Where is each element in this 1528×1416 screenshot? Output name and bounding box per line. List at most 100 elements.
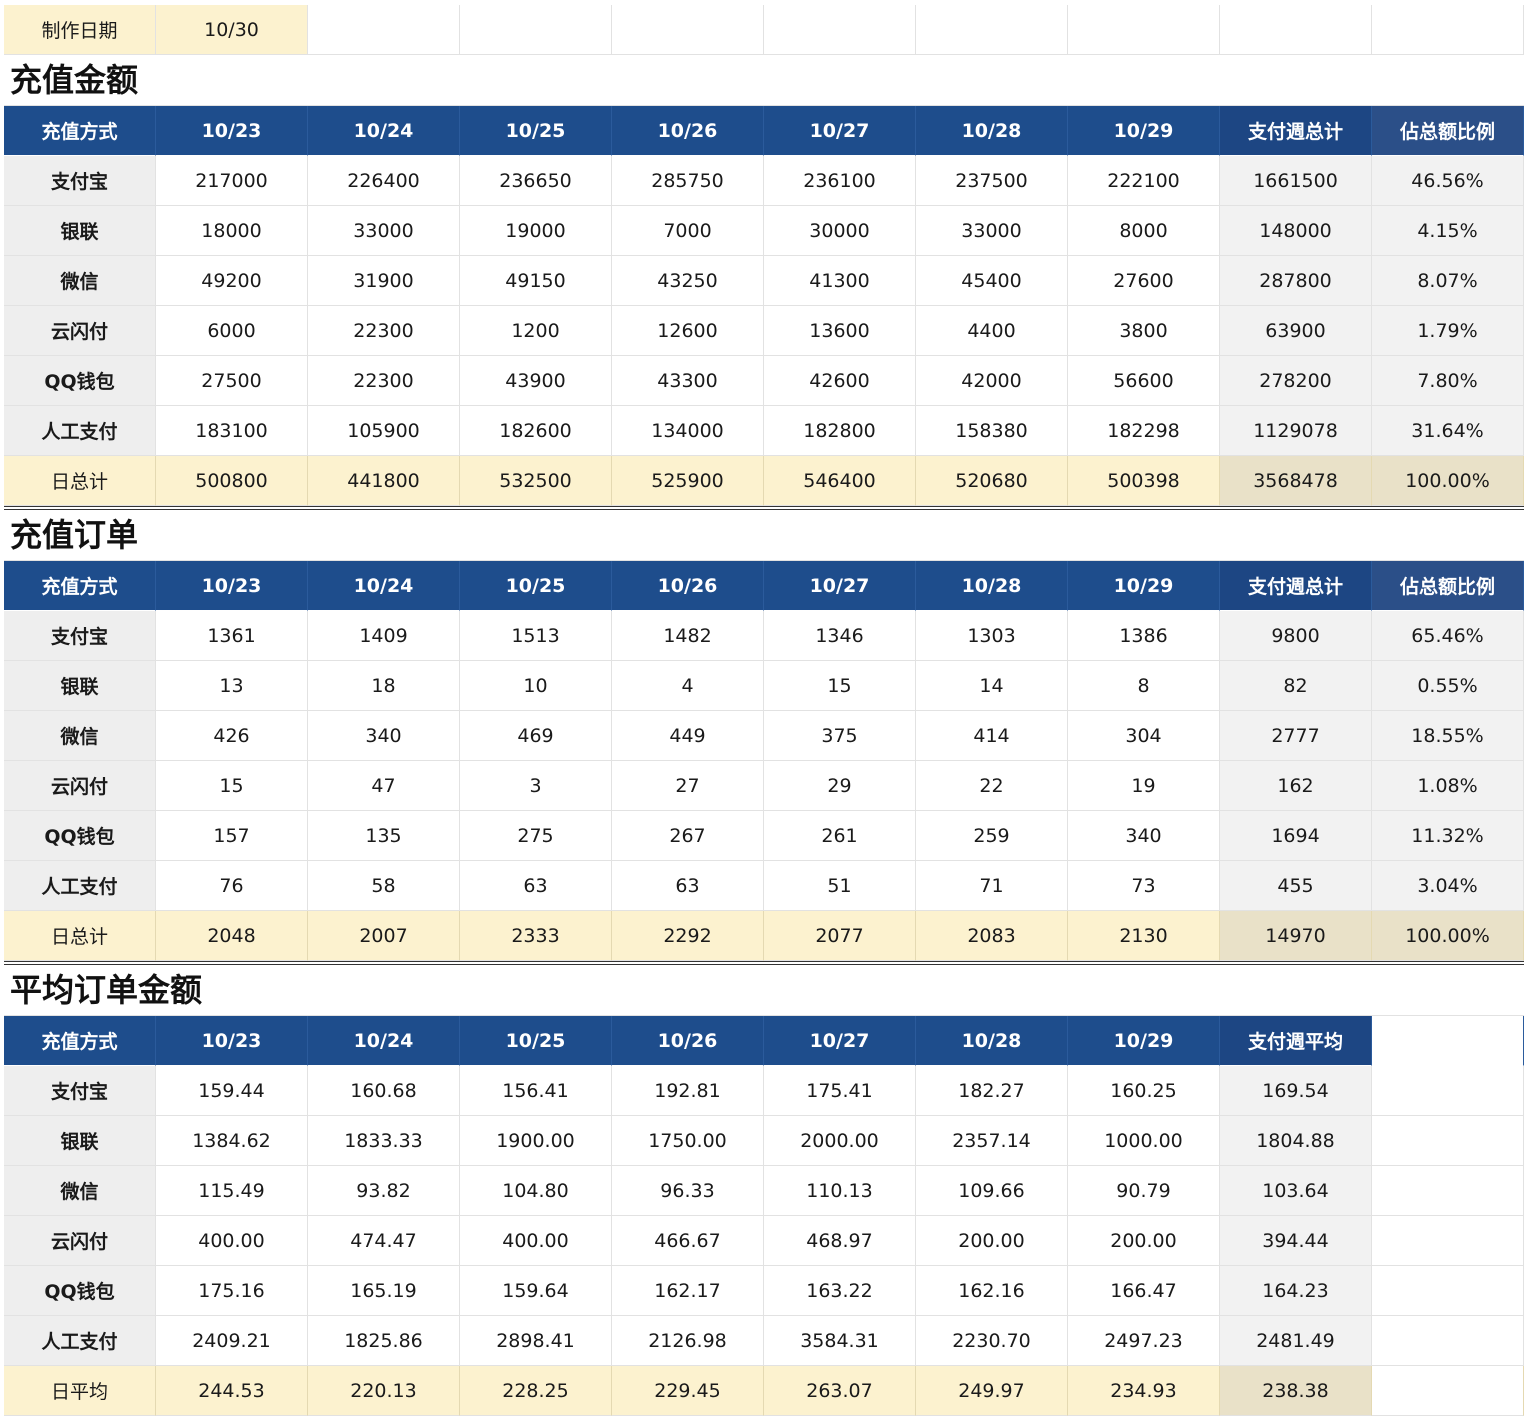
column-header[interactable]: 充值方式	[4, 1016, 156, 1066]
row-label-cell[interactable]: 银联	[4, 206, 156, 256]
value-cell[interactable]: 244.53	[156, 1366, 308, 1416]
value-cell[interactable]: 2481.49	[1220, 1316, 1372, 1366]
value-cell[interactable]: 229.45	[612, 1366, 764, 1416]
value-cell[interactable]: 400.00	[460, 1216, 612, 1266]
value-cell[interactable]: 0.55%	[1372, 661, 1524, 711]
value-cell[interactable]: 220.13	[308, 1366, 460, 1416]
value-cell[interactable]: 33000	[308, 206, 460, 256]
value-cell[interactable]: 249.97	[916, 1366, 1068, 1416]
column-header[interactable]: 充值方式	[4, 561, 156, 611]
value-cell[interactable]: 7000	[612, 206, 764, 256]
empty-cell[interactable]	[1372, 1016, 1524, 1066]
value-cell[interactable]: 65.46%	[1372, 611, 1524, 661]
row-label-cell[interactable]: QQ钱包	[4, 356, 156, 406]
value-cell[interactable]: 455	[1220, 861, 1372, 911]
row-label-cell[interactable]: 日平均	[4, 1366, 156, 1416]
value-cell[interactable]: 104.80	[460, 1166, 612, 1216]
value-cell[interactable]: 162	[1220, 761, 1372, 811]
value-cell[interactable]: 4	[612, 661, 764, 711]
date-label-cell[interactable]: 制作日期	[4, 5, 156, 55]
value-cell[interactable]: 474.47	[308, 1216, 460, 1266]
column-header[interactable]: 10/29	[1068, 1016, 1220, 1066]
value-cell[interactable]: 236650	[460, 156, 612, 206]
column-header[interactable]: 10/25	[460, 106, 612, 156]
empty-cell[interactable]	[1372, 1216, 1524, 1266]
empty-cell[interactable]	[1372, 1366, 1524, 1416]
value-cell[interactable]: 162.17	[612, 1266, 764, 1316]
value-cell[interactable]: 15	[764, 661, 916, 711]
column-header[interactable]: 10/24	[308, 561, 460, 611]
value-cell[interactable]: 275	[460, 811, 612, 861]
value-cell[interactable]: 468.97	[764, 1216, 916, 1266]
value-cell[interactable]: 267	[612, 811, 764, 861]
row-label-cell[interactable]: QQ钱包	[4, 1266, 156, 1316]
value-cell[interactable]: 31900	[308, 256, 460, 306]
value-cell[interactable]: 159.44	[156, 1066, 308, 1116]
value-cell[interactable]: 10	[460, 661, 612, 711]
value-cell[interactable]: 96.33	[612, 1166, 764, 1216]
value-cell[interactable]: 237500	[916, 156, 1068, 206]
value-cell[interactable]: 217000	[156, 156, 308, 206]
empty-cell[interactable]	[612, 5, 764, 55]
value-cell[interactable]: 19000	[460, 206, 612, 256]
value-cell[interactable]: 8.07%	[1372, 256, 1524, 306]
value-cell[interactable]: 1804.88	[1220, 1116, 1372, 1166]
value-cell[interactable]: 115.49	[156, 1166, 308, 1216]
value-cell[interactable]: 93.82	[308, 1166, 460, 1216]
column-header[interactable]: 支付週总计	[1220, 561, 1372, 611]
value-cell[interactable]: 2333	[460, 911, 612, 961]
value-cell[interactable]: 11.32%	[1372, 811, 1524, 861]
value-cell[interactable]: 287800	[1220, 256, 1372, 306]
value-cell[interactable]: 58	[308, 861, 460, 911]
value-cell[interactable]: 182298	[1068, 406, 1220, 456]
empty-cell[interactable]	[1372, 1316, 1524, 1366]
empty-cell[interactable]	[1068, 5, 1220, 55]
value-cell[interactable]: 2130	[1068, 911, 1220, 961]
value-cell[interactable]: 4400	[916, 306, 1068, 356]
value-cell[interactable]: 110.13	[764, 1166, 916, 1216]
value-cell[interactable]: 2000.00	[764, 1116, 916, 1166]
value-cell[interactable]: 1833.33	[308, 1116, 460, 1166]
value-cell[interactable]: 15	[156, 761, 308, 811]
value-cell[interactable]: 2777	[1220, 711, 1372, 761]
value-cell[interactable]: 466.67	[612, 1216, 764, 1266]
value-cell[interactable]: 100.00%	[1372, 911, 1524, 961]
empty-cell[interactable]	[1372, 1116, 1524, 1166]
value-cell[interactable]: 1750.00	[612, 1116, 764, 1166]
empty-cell[interactable]	[1372, 1166, 1524, 1216]
value-cell[interactable]: 158380	[916, 406, 1068, 456]
value-cell[interactable]: 41300	[764, 256, 916, 306]
empty-cell[interactable]	[1220, 5, 1372, 55]
value-cell[interactable]: 228.25	[460, 1366, 612, 1416]
value-cell[interactable]: 182800	[764, 406, 916, 456]
value-cell[interactable]: 42600	[764, 356, 916, 406]
row-label-cell[interactable]: QQ钱包	[4, 811, 156, 861]
value-cell[interactable]: 19	[1068, 761, 1220, 811]
value-cell[interactable]: 1346	[764, 611, 916, 661]
value-cell[interactable]: 469	[460, 711, 612, 761]
value-cell[interactable]: 27500	[156, 356, 308, 406]
value-cell[interactable]: 169.54	[1220, 1066, 1372, 1116]
column-header[interactable]: 佔总额比例	[1372, 106, 1524, 156]
value-cell[interactable]: 259	[916, 811, 1068, 861]
column-header[interactable]: 10/27	[764, 561, 916, 611]
value-cell[interactable]: 3568478	[1220, 456, 1372, 506]
row-label-cell[interactable]: 日总计	[4, 456, 156, 506]
row-label-cell[interactable]: 微信	[4, 256, 156, 306]
row-label-cell[interactable]: 云闪付	[4, 306, 156, 356]
empty-cell[interactable]	[1372, 1266, 1524, 1316]
value-cell[interactable]: 4.15%	[1372, 206, 1524, 256]
value-cell[interactable]: 2083	[916, 911, 1068, 961]
value-cell[interactable]: 29	[764, 761, 916, 811]
value-cell[interactable]: 63	[460, 861, 612, 911]
value-cell[interactable]: 1000.00	[1068, 1116, 1220, 1166]
value-cell[interactable]: 1409	[308, 611, 460, 661]
value-cell[interactable]: 263.07	[764, 1366, 916, 1416]
value-cell[interactable]: 500800	[156, 456, 308, 506]
value-cell[interactable]: 525900	[612, 456, 764, 506]
value-cell[interactable]: 3	[460, 761, 612, 811]
value-cell[interactable]: 3584.31	[764, 1316, 916, 1366]
value-cell[interactable]: 9800	[1220, 611, 1372, 661]
value-cell[interactable]: 162.16	[916, 1266, 1068, 1316]
value-cell[interactable]: 43900	[460, 356, 612, 406]
